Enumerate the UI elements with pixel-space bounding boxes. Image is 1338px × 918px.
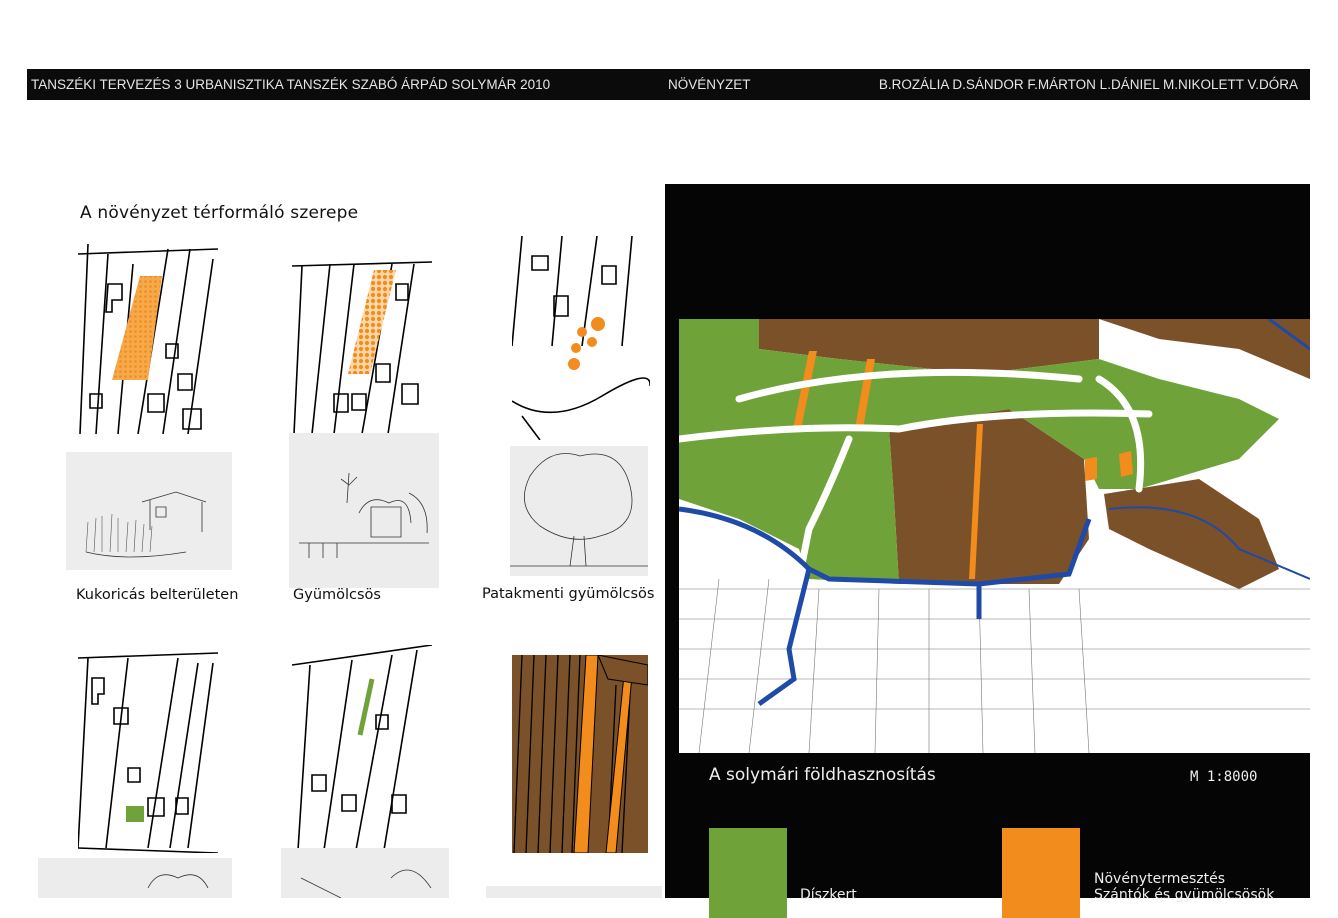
plot-sketch-streamside-orchard <box>512 236 650 440</box>
section-title: A növényzet térformáló szerepe <box>80 203 359 223</box>
map-title: A solymári földhasznosítás <box>709 765 936 785</box>
drawing-cornfield <box>66 452 232 570</box>
drawing-streamside-tree <box>510 446 648 576</box>
caption-streamside-orchard: Patakmenti gyümölcsös <box>482 586 655 602</box>
map-scale: M 1:8000 <box>1190 769 1258 785</box>
caption-orchard: Gyümölcsös <box>293 587 381 603</box>
plot-sketch-garden <box>78 652 218 853</box>
legend-swatch-ornamental-garden <box>709 828 787 918</box>
land-use-map <box>679 319 1310 753</box>
header-bar: TANSZÉKI TERVEZÉS 3 URBANISZTIKA TANSZÉK… <box>27 69 1310 100</box>
header-authors: B.ROZÁLIA D.SÁNDOR F.MÁRTON L.DÁNIEL M.N… <box>878 77 1298 92</box>
legend-label-ornamental-garden: Díszkert <box>800 887 857 903</box>
plot-sketch-field-strips <box>512 655 648 853</box>
plot-sketch-orchard <box>292 261 432 435</box>
legend-swatch-cultivation <box>1002 828 1080 918</box>
drawing-hedge <box>281 848 449 898</box>
drawing-garden <box>38 858 232 898</box>
plot-sketch-hedge <box>292 645 432 850</box>
legend-label-cultivation: Növénytermesztés Szántók és gyümölcsösök <box>1094 871 1275 903</box>
header-topic: NÖVÉNYZET <box>668 77 751 92</box>
caption-cornfield: Kukoricás belterületen <box>76 587 239 603</box>
plot-sketch-cornfield <box>78 244 218 435</box>
drawing-field <box>486 886 662 898</box>
drawing-orchard <box>289 433 439 588</box>
header-course-info: TANSZÉKI TERVEZÉS 3 URBANISZTIKA TANSZÉK… <box>31 77 551 92</box>
